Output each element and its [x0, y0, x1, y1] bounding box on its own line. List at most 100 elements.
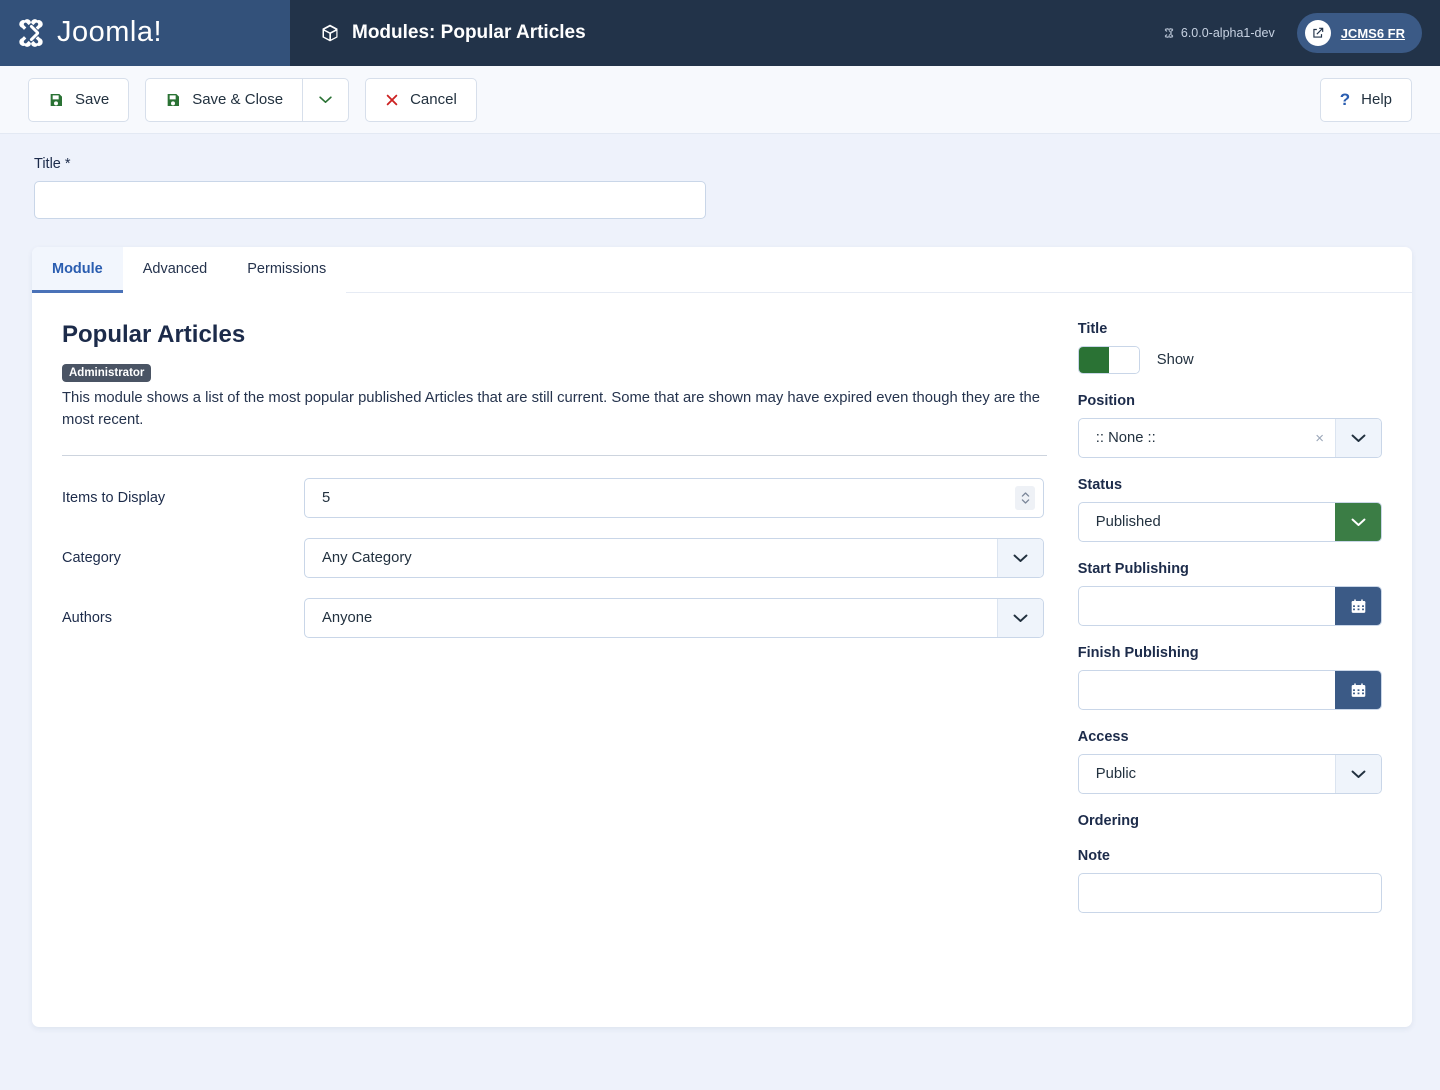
authors-value: Anyone: [305, 610, 997, 626]
external-link-icon-wrap: [1305, 20, 1331, 46]
sidebar-finish-publishing-group: Finish Publishing: [1078, 645, 1382, 710]
access-dropdown-button[interactable]: [1335, 755, 1381, 793]
chevron-down-icon: [1012, 613, 1029, 623]
tab-permissions[interactable]: Permissions: [227, 247, 346, 293]
external-link-icon: [1311, 26, 1325, 40]
status-dropdown-button[interactable]: [1335, 503, 1381, 541]
authors-label: Authors: [62, 610, 304, 626]
close-x-icon: [385, 93, 399, 107]
joomla-logo[interactable]: Joomla!: [14, 16, 162, 50]
category-value: Any Category: [305, 550, 997, 566]
start-publishing-calendar-button[interactable]: [1335, 587, 1381, 625]
status-select[interactable]: Published: [1078, 502, 1382, 542]
question-mark-icon: ?: [1340, 90, 1350, 110]
sidebar-title-group: Title Show: [1078, 321, 1382, 374]
version-text: 6.0.0-alpha1-dev: [1181, 26, 1275, 40]
items-to-display-control: 5: [304, 478, 1044, 518]
header-right: 6.0.0-alpha1-dev JCMS6 FR: [1163, 13, 1422, 53]
toggle-off-half: [1109, 347, 1139, 373]
field-authors: Authors Anyone: [62, 598, 1060, 638]
spinner-arrows-icon: [1020, 490, 1031, 506]
site-link-label: JCMS6 FR: [1341, 26, 1405, 41]
save-and-close-label: Save & Close: [192, 91, 283, 108]
save-and-close-button[interactable]: Save & Close: [145, 78, 302, 122]
sidebar-position-group: Position :: None :: ×: [1078, 393, 1382, 458]
authors-select[interactable]: Anyone: [304, 598, 1044, 638]
note-label: Note: [1078, 848, 1382, 864]
sidebar-access-group: Access Public: [1078, 729, 1382, 794]
sidebar-status-group: Status Published: [1078, 477, 1382, 542]
finish-publishing-field[interactable]: [1078, 670, 1382, 710]
app-header: Joomla! Modules: Popular Articles: [0, 0, 1440, 66]
save-button[interactable]: Save: [28, 78, 129, 122]
sidebar-title-label: Title: [1078, 321, 1382, 337]
help-button-label: Help: [1361, 91, 1392, 108]
floppy-disk-icon: [165, 92, 181, 108]
tab-advanced-label: Advanced: [143, 261, 208, 277]
module-settings-column: Popular Articles Administrator This modu…: [62, 321, 1060, 932]
category-control: Any Category: [304, 538, 1044, 578]
joomla-mark-icon: [1163, 27, 1175, 39]
category-label: Category: [62, 550, 304, 566]
position-select[interactable]: :: None :: ×: [1078, 418, 1382, 458]
cancel-button-label: Cancel: [410, 91, 457, 108]
finish-publishing-label: Finish Publishing: [1078, 645, 1382, 661]
card-body: Popular Articles Administrator This modu…: [32, 293, 1412, 932]
tab-permissions-label: Permissions: [247, 261, 326, 277]
header-main: Modules: Popular Articles 6.0.0-alpha1-d…: [290, 0, 1440, 66]
position-label: Position: [1078, 393, 1382, 409]
chevron-down-icon: [1350, 433, 1367, 443]
spinner-icon[interactable]: [1015, 486, 1035, 510]
brand-area[interactable]: Joomla!: [0, 0, 290, 66]
save-options-dropdown-button[interactable]: [302, 78, 349, 122]
access-select[interactable]: Public: [1078, 754, 1382, 794]
module-description: This module shows a list of the most pop…: [62, 387, 1047, 431]
clear-x-icon[interactable]: ×: [1315, 430, 1335, 447]
authors-control: Anyone: [304, 598, 1044, 638]
items-to-display-input[interactable]: 5: [304, 478, 1044, 518]
site-preview-link[interactable]: JCMS6 FR: [1297, 13, 1422, 53]
calendar-icon: [1350, 682, 1367, 699]
version-info: 6.0.0-alpha1-dev: [1163, 26, 1275, 40]
items-to-display-value: 5: [322, 490, 330, 506]
category-dropdown-button[interactable]: [997, 539, 1043, 577]
sidebar-note-group: Note: [1078, 848, 1382, 913]
category-select[interactable]: Any Category: [304, 538, 1044, 578]
title-show-toggle-label: Show: [1157, 352, 1194, 368]
save-button-label: Save: [75, 91, 109, 108]
save-close-group: Save & Close: [145, 78, 349, 122]
note-input[interactable]: [1078, 873, 1382, 913]
tab-bar: Module Advanced Permissions: [32, 247, 1412, 293]
title-input[interactable]: [34, 181, 706, 219]
toolbar: Save Save & Close Cancel ? Help: [0, 66, 1440, 134]
start-publishing-label: Start Publishing: [1078, 561, 1382, 577]
title-show-toggle[interactable]: [1078, 346, 1140, 374]
module-name-heading: Popular Articles: [62, 321, 1060, 349]
start-publishing-field[interactable]: [1078, 586, 1382, 626]
position-value: :: None ::: [1079, 430, 1316, 446]
status-badge: Administrator: [62, 364, 151, 382]
status-value: Published: [1079, 514, 1335, 530]
access-label: Access: [1078, 729, 1382, 745]
sidebar-ordering-group: Ordering: [1078, 813, 1382, 829]
cancel-button[interactable]: Cancel: [365, 78, 477, 122]
tab-advanced[interactable]: Advanced: [123, 247, 228, 293]
chevron-down-icon: [1012, 553, 1029, 563]
chevron-down-icon: [1350, 769, 1367, 779]
section-divider: [62, 455, 1047, 456]
access-value: Public: [1079, 766, 1335, 782]
finish-publishing-calendar-button[interactable]: [1335, 671, 1381, 709]
chevron-down-icon: [1350, 517, 1367, 527]
cube-icon: [320, 23, 340, 43]
status-label: Status: [1078, 477, 1382, 493]
tab-module[interactable]: Module: [32, 247, 123, 293]
page-title: Modules: Popular Articles: [320, 22, 586, 44]
module-sidebar-column: Title Show Position :: None :: ×: [1078, 321, 1382, 932]
help-button[interactable]: ? Help: [1320, 78, 1412, 122]
ordering-label: Ordering: [1078, 813, 1382, 829]
authors-dropdown-button[interactable]: [997, 599, 1043, 637]
brand-name: Joomla!: [57, 18, 162, 47]
toolbar-right: ? Help: [1320, 78, 1412, 122]
position-dropdown-button[interactable]: [1335, 419, 1381, 457]
page-title-text: Modules: Popular Articles: [352, 22, 586, 44]
